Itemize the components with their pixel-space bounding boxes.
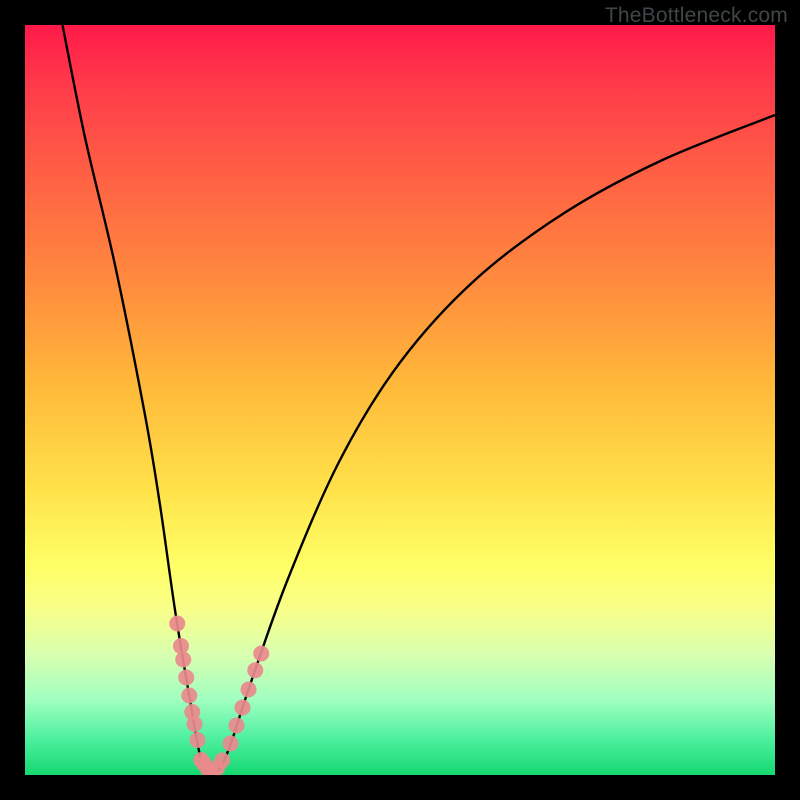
highlight-dot	[169, 616, 185, 632]
highlight-markers	[169, 616, 269, 776]
highlight-dot	[181, 688, 197, 704]
chart-svg	[25, 25, 775, 775]
highlight-dot	[173, 638, 189, 654]
highlight-dot	[178, 670, 194, 686]
highlight-dot	[229, 718, 245, 734]
highlight-dot	[187, 716, 203, 732]
curve-line	[63, 25, 776, 775]
outer-frame: TheBottleneck.com	[0, 0, 800, 800]
highlight-dot	[190, 732, 206, 748]
bottleneck-curve	[63, 25, 776, 775]
highlight-dot	[253, 646, 269, 662]
highlight-dot	[223, 736, 239, 752]
plot-area	[25, 25, 775, 775]
highlight-dot	[235, 700, 251, 716]
highlight-dot	[175, 652, 191, 668]
highlight-dot	[214, 752, 230, 768]
highlight-dot	[241, 682, 257, 698]
highlight-dot	[247, 662, 263, 678]
watermark-text: TheBottleneck.com	[605, 4, 788, 28]
